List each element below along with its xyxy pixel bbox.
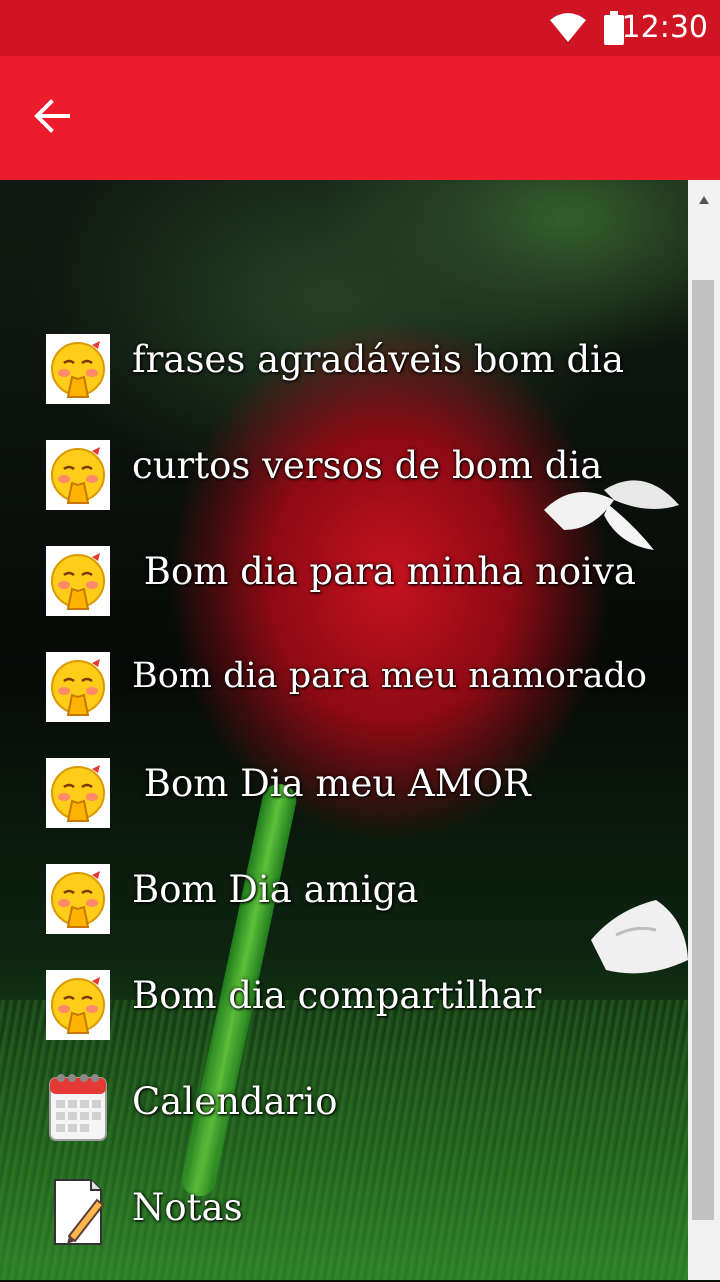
back-button[interactable]	[22, 86, 82, 146]
menu-item-label: Bom dia para meu namorado	[132, 656, 648, 696]
menu-list: frases agradáveis bom dia curtos versos …	[46, 328, 686, 1282]
blushing-emoji-icon	[46, 970, 110, 1040]
blushing-emoji-icon	[46, 758, 110, 828]
menu-item-calendario[interactable]: Calendario	[46, 1070, 686, 1176]
menu-item-label: Notas	[132, 1186, 243, 1229]
app-bar	[0, 56, 720, 180]
scrollbar[interactable]	[688, 180, 720, 1280]
scrollbar-thumb[interactable]	[692, 280, 714, 1220]
scroll-up-button[interactable]	[688, 190, 720, 210]
blushing-emoji-icon	[46, 334, 110, 404]
notepad-pencil-icon	[46, 1176, 110, 1248]
menu-item-label: Bom dia compartilhar	[132, 974, 542, 1017]
status-time: 12:30	[621, 10, 708, 45]
status-bar: 12:30	[0, 0, 720, 56]
menu-item-label: Bom Dia amiga	[132, 868, 419, 911]
menu-item-label: frases agradáveis bom dia	[132, 338, 625, 381]
menu-item-meu-amor[interactable]: Bom Dia meu AMOR	[46, 752, 686, 858]
menu-item-minha-noiva[interactable]: Bom dia para minha noiva	[46, 540, 686, 646]
menu-item-label: Bom Dia meu AMOR	[132, 762, 531, 805]
menu-item-notas[interactable]: Notas	[46, 1176, 686, 1282]
menu-item-label: Bom dia para minha noiva	[132, 550, 636, 593]
menu-item-compartilhar[interactable]: Bom dia compartilhar	[46, 964, 686, 1070]
caret-up-icon	[699, 196, 709, 204]
blushing-emoji-icon	[46, 440, 110, 510]
menu-item-label: Calendario	[132, 1080, 338, 1123]
calendar-icon	[46, 1070, 110, 1142]
blushing-emoji-icon	[46, 546, 110, 616]
arrow-back-icon	[34, 99, 70, 133]
menu-item-frases-agradaveis[interactable]: frases agradáveis bom dia	[46, 328, 686, 434]
blushing-emoji-icon	[46, 652, 110, 722]
menu-item-curtos-versos[interactable]: curtos versos de bom dia	[46, 434, 686, 540]
menu-item-meu-namorado[interactable]: Bom dia para meu namorado	[46, 646, 686, 752]
blushing-emoji-icon	[46, 864, 110, 934]
wifi-icon	[550, 13, 586, 42]
menu-item-label: curtos versos de bom dia	[132, 444, 603, 487]
menu-item-amiga[interactable]: Bom Dia amiga	[46, 858, 686, 964]
